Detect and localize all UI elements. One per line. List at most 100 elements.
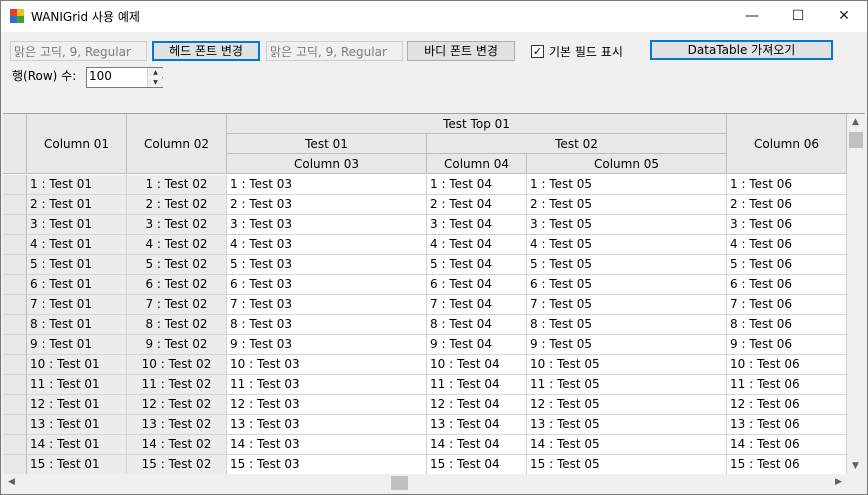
grid-cell[interactable]: 10 : Test 02 <box>127 355 227 375</box>
grid-cell[interactable]: 3 : Test 04 <box>427 215 527 235</box>
grid-cell[interactable]: 9 : Test 06 <box>727 335 847 355</box>
grid-cell[interactable]: 1 : Test 01 <box>27 175 127 195</box>
grid-cell[interactable]: 9 : Test 03 <box>227 335 427 355</box>
grid-cell[interactable]: 15 : Test 03 <box>227 455 427 475</box>
grid-cell[interactable]: 15 : Test 05 <box>527 455 727 475</box>
grid-cell[interactable]: 7 : Test 03 <box>227 295 427 315</box>
grid-cell[interactable]: 8 : Test 03 <box>227 315 427 335</box>
grid-cell[interactable]: 12 : Test 03 <box>227 395 427 415</box>
row-header[interactable] <box>3 235 27 255</box>
grid-cell[interactable]: 10 : Test 01 <box>27 355 127 375</box>
grid-cell[interactable]: 7 : Test 05 <box>527 295 727 315</box>
grid-cell[interactable]: 12 : Test 04 <box>427 395 527 415</box>
grid-cell[interactable]: 15 : Test 04 <box>427 455 527 475</box>
grid-cell[interactable]: 11 : Test 06 <box>727 375 847 395</box>
grid-cell[interactable]: 6 : Test 04 <box>427 275 527 295</box>
grid-cell[interactable]: 10 : Test 05 <box>527 355 727 375</box>
grid-cell[interactable]: 8 : Test 04 <box>427 315 527 335</box>
grid-cell[interactable]: 5 : Test 04 <box>427 255 527 275</box>
header-top-01[interactable]: Test Top 01 <box>227 114 727 134</box>
grid-cell[interactable]: 14 : Test 01 <box>27 435 127 455</box>
grid-cell[interactable]: 1 : Test 03 <box>227 175 427 195</box>
row-header[interactable] <box>3 175 27 195</box>
row-header[interactable] <box>3 195 27 215</box>
grid-cell[interactable]: 5 : Test 03 <box>227 255 427 275</box>
grid-cell[interactable]: 6 : Test 01 <box>27 275 127 295</box>
header-column-03[interactable]: Column 03 <box>227 154 427 174</box>
grid-cell[interactable]: 15 : Test 06 <box>727 455 847 475</box>
grid-cell[interactable]: 6 : Test 03 <box>227 275 427 295</box>
row-header[interactable] <box>3 355 27 375</box>
grid-cell[interactable]: 14 : Test 02 <box>127 435 227 455</box>
grid-cell[interactable]: 13 : Test 04 <box>427 415 527 435</box>
grid-cell[interactable]: 9 : Test 02 <box>127 335 227 355</box>
grid-cell[interactable]: 12 : Test 01 <box>27 395 127 415</box>
default-field-checkbox[interactable]: ✓ <box>531 45 544 58</box>
header-column-05[interactable]: Column 05 <box>527 154 727 174</box>
minimize-button[interactable]: — <box>729 1 775 32</box>
grid-cell[interactable]: 11 : Test 01 <box>27 375 127 395</box>
row-header[interactable] <box>3 335 27 355</box>
header-group-test-02[interactable]: Test 02 <box>427 134 727 154</box>
scroll-left-icon[interactable]: ◀ <box>8 477 15 487</box>
grid-cell[interactable]: 9 : Test 04 <box>427 335 527 355</box>
scroll-right-icon[interactable]: ▶ <box>835 477 842 487</box>
grid-cell[interactable]: 14 : Test 06 <box>727 435 847 455</box>
grid-cell[interactable]: 7 : Test 02 <box>127 295 227 315</box>
grid-cell[interactable]: 2 : Test 01 <box>27 195 127 215</box>
grid-cell[interactable]: 13 : Test 03 <box>227 415 427 435</box>
header-group-test-01[interactable]: Test 01 <box>227 134 427 154</box>
grid-cell[interactable]: 9 : Test 05 <box>527 335 727 355</box>
grid-cell[interactable]: 7 : Test 04 <box>427 295 527 315</box>
header-column-04[interactable]: Column 04 <box>427 154 527 174</box>
grid-cell[interactable]: 6 : Test 06 <box>727 275 847 295</box>
grid-cell[interactable]: 13 : Test 05 <box>527 415 727 435</box>
body-font-change-button[interactable]: 바디 폰트 변경 <box>407 41 515 61</box>
row-header[interactable] <box>3 215 27 235</box>
data-grid[interactable]: Column 01 Column 02 Test Top 01 Test 01 … <box>3 113 865 475</box>
spin-up-icon[interactable]: ▲ <box>147 68 163 77</box>
header-column-06[interactable]: Column 06 <box>727 114 847 174</box>
grid-cell[interactable]: 4 : Test 06 <box>727 235 847 255</box>
grid-cell[interactable]: 8 : Test 02 <box>127 315 227 335</box>
vertical-scroll-thumb[interactable] <box>849 132 863 148</box>
close-button[interactable]: ✕ <box>821 1 867 32</box>
grid-cell[interactable]: 2 : Test 06 <box>727 195 847 215</box>
grid-cell[interactable]: 9 : Test 01 <box>27 335 127 355</box>
grid-cell[interactable]: 2 : Test 03 <box>227 195 427 215</box>
grid-cell[interactable]: 5 : Test 05 <box>527 255 727 275</box>
scroll-up-icon[interactable]: ▲ <box>852 117 859 127</box>
grid-cell[interactable]: 15 : Test 02 <box>127 455 227 475</box>
grid-cell[interactable]: 5 : Test 02 <box>127 255 227 275</box>
grid-cell[interactable]: 8 : Test 01 <box>27 315 127 335</box>
grid-cell[interactable]: 3 : Test 06 <box>727 215 847 235</box>
grid-cell[interactable]: 3 : Test 02 <box>127 215 227 235</box>
grid-cell[interactable]: 13 : Test 02 <box>127 415 227 435</box>
row-count-spinner[interactable]: 100 ▲ ▼ <box>86 67 163 88</box>
datatable-button[interactable]: DataTable 가져오기 <box>650 40 833 60</box>
grid-cell[interactable]: 11 : Test 05 <box>527 375 727 395</box>
grid-cell[interactable]: 1 : Test 04 <box>427 175 527 195</box>
grid-cell[interactable]: 13 : Test 06 <box>727 415 847 435</box>
grid-cell[interactable]: 10 : Test 06 <box>727 355 847 375</box>
grid-cell[interactable]: 15 : Test 01 <box>27 455 127 475</box>
grid-cell[interactable]: 11 : Test 03 <box>227 375 427 395</box>
grid-cell[interactable]: 6 : Test 02 <box>127 275 227 295</box>
head-font-change-button[interactable]: 헤드 폰트 변경 <box>152 41 260 61</box>
row-header[interactable] <box>3 375 27 395</box>
title-bar[interactable]: WANIGrid 사용 예제 — ☐ ✕ <box>1 1 867 32</box>
grid-cell[interactable]: 10 : Test 04 <box>427 355 527 375</box>
grid-cell[interactable]: 4 : Test 01 <box>27 235 127 255</box>
grid-cell[interactable]: 13 : Test 01 <box>27 415 127 435</box>
row-header[interactable] <box>3 455 27 475</box>
row-header[interactable] <box>3 435 27 455</box>
grid-cell[interactable]: 2 : Test 02 <box>127 195 227 215</box>
grid-cell[interactable]: 7 : Test 06 <box>727 295 847 315</box>
grid-cell[interactable]: 14 : Test 03 <box>227 435 427 455</box>
grid-cell[interactable]: 4 : Test 03 <box>227 235 427 255</box>
grid-cell[interactable]: 11 : Test 02 <box>127 375 227 395</box>
spin-down-icon[interactable]: ▼ <box>147 78 163 87</box>
row-header[interactable] <box>3 275 27 295</box>
grid-cell[interactable]: 2 : Test 04 <box>427 195 527 215</box>
grid-cell[interactable]: 1 : Test 05 <box>527 175 727 195</box>
